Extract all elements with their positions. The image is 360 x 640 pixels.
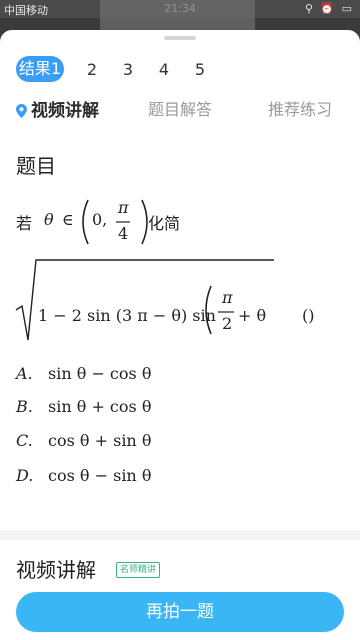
q-suffix: 化简 bbox=[148, 214, 181, 233]
sqrt-sign-graphic bbox=[15, 259, 274, 341]
tab-video-label: 视频讲解 bbox=[31, 101, 99, 121]
option-d-text: cos θ − sin θ bbox=[48, 466, 152, 485]
background-photo bbox=[100, 0, 255, 34]
question-heading: 题目 bbox=[16, 154, 56, 178]
q-theta: θ bbox=[44, 210, 54, 229]
q-in: ∈ bbox=[62, 210, 74, 229]
option-a-text: sin θ − cos θ bbox=[48, 364, 152, 383]
section-divider bbox=[0, 530, 360, 540]
q-blank: () bbox=[302, 306, 315, 325]
answer-sheet: 结果1 2 3 4 5 视频讲解 题目解答 推荐练习 题目 若 θ ∈ 0, π… bbox=[0, 30, 360, 640]
option-b-text: sin θ + cos θ bbox=[48, 397, 152, 416]
q-two: 2 bbox=[222, 314, 233, 333]
option-c-letter: C. bbox=[16, 431, 33, 450]
option-a[interactable]: A. sin θ − cos θ bbox=[16, 364, 151, 383]
option-a-letter: A. bbox=[16, 364, 33, 383]
result-tab-2[interactable]: 2 bbox=[74, 60, 110, 79]
result-tab-5[interactable]: 5 bbox=[182, 60, 218, 79]
paren-fraction-graphic bbox=[82, 199, 148, 245]
result-tab-4[interactable]: 4 bbox=[146, 60, 182, 79]
result-tab-1[interactable]: 结果1 bbox=[16, 56, 64, 82]
video-section-title: 视频讲解 bbox=[16, 558, 96, 582]
q-pi: π bbox=[118, 198, 129, 217]
drag-handle[interactable] bbox=[164, 36, 196, 40]
retake-button[interactable]: 再拍一题 bbox=[16, 592, 344, 632]
option-b-letter: B. bbox=[16, 397, 33, 416]
q-zero: 0, bbox=[92, 210, 108, 229]
option-c-text: cos θ + sin θ bbox=[48, 431, 152, 450]
q-four: 4 bbox=[118, 224, 129, 243]
tab-practice[interactable]: 推荐练习 bbox=[268, 96, 332, 120]
location-pin-icon bbox=[16, 104, 27, 118]
q-radicand: 1 − 2 sin (3 π − θ) sin bbox=[38, 306, 216, 325]
option-d[interactable]: D. cos θ − sin θ bbox=[16, 466, 151, 485]
status-icons: ⚲ ⏰ ▭ bbox=[304, 2, 354, 15]
option-d-letter: D. bbox=[16, 466, 34, 485]
option-c[interactable]: C. cos θ + sin θ bbox=[16, 431, 151, 450]
tab-video-explanation[interactable]: 视频讲解 bbox=[16, 96, 99, 121]
teacher-badge: 名师精讲 bbox=[116, 562, 161, 578]
result-tabs: 结果1 2 3 4 5 bbox=[16, 56, 218, 82]
option-b[interactable]: B. sin θ + cos θ bbox=[16, 397, 151, 416]
q-pi-2: π bbox=[222, 288, 233, 307]
tab-solution[interactable]: 题目解答 bbox=[148, 96, 212, 120]
q-prefix: 若 bbox=[16, 214, 33, 233]
result-tab-3[interactable]: 3 bbox=[110, 60, 146, 79]
q-plus-theta: + θ bbox=[238, 306, 267, 325]
section-tabs: 视频讲解 题目解答 推荐练习 bbox=[0, 96, 360, 126]
